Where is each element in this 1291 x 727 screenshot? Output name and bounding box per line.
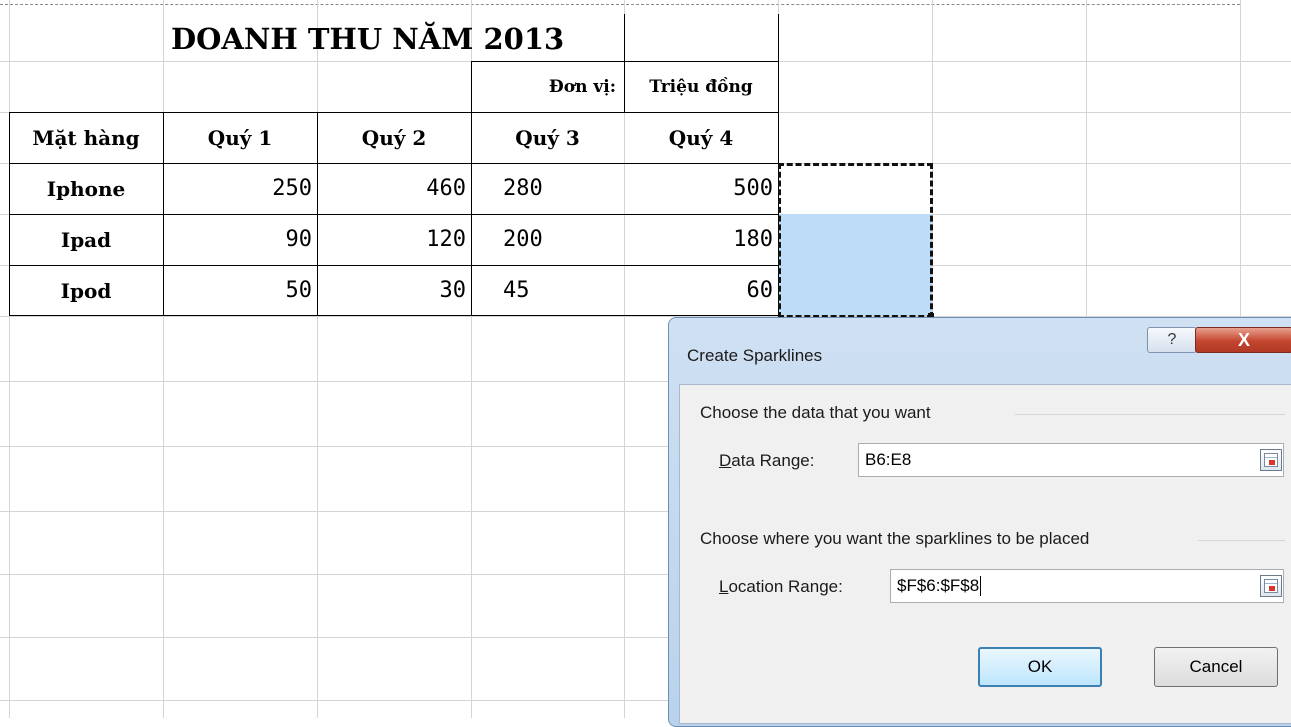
row-item-label[interactable]: Ipod xyxy=(9,265,163,316)
data-range-label-accel: D xyxy=(719,451,732,470)
table-cell[interactable]: 200 xyxy=(471,214,624,265)
table-cell[interactable]: 90 xyxy=(163,214,317,265)
help-icon: ? xyxy=(1167,331,1177,348)
header-q2[interactable]: Quý 2 xyxy=(317,112,471,163)
row-item-label[interactable]: Ipad xyxy=(9,214,163,265)
data-range-collapse-button[interactable] xyxy=(1260,449,1282,471)
location-range-value: $F$6:$F$8 xyxy=(897,576,980,595)
table-cell[interactable]: 250 xyxy=(163,163,317,214)
table-border xyxy=(9,315,779,316)
group-separator xyxy=(1015,414,1285,415)
table-border xyxy=(9,265,779,266)
dialog-body: Choose the data that you want Data Range… xyxy=(679,384,1291,724)
grid-column-line xyxy=(163,0,164,718)
location-range-label: Location Range: xyxy=(719,577,843,597)
header-q1[interactable]: Quý 1 xyxy=(163,112,317,163)
selection-marquee xyxy=(778,163,933,318)
table-cell[interactable]: 120 xyxy=(317,214,471,265)
grid-column-line xyxy=(317,0,318,718)
close-button[interactable]: X xyxy=(1195,327,1291,353)
unit-label[interactable]: Đơn vị: xyxy=(471,61,624,112)
table-cell[interactable]: 180 xyxy=(624,214,778,265)
dialog-title: Create Sparklines xyxy=(687,346,823,365)
cancel-button[interactable]: Cancel xyxy=(1154,647,1278,687)
table-cell[interactable]: 50 xyxy=(163,265,317,316)
table-border xyxy=(9,112,779,113)
unit-value[interactable]: Triệu đồng xyxy=(624,61,778,112)
data-range-label-text: ata Range: xyxy=(731,451,815,470)
data-range-input[interactable]: B6:E8 xyxy=(858,443,1284,477)
help-button[interactable]: ? xyxy=(1147,327,1197,353)
table-cell[interactable]: 460 xyxy=(317,163,471,214)
table-border xyxy=(9,163,779,164)
grid-column-line xyxy=(9,0,10,718)
sheet-title[interactable]: DOANH THU NĂM 2013 xyxy=(163,14,633,64)
table-cell[interactable]: 45 xyxy=(471,265,624,316)
table-border xyxy=(624,14,625,112)
location-group-label: Choose where you want the sparklines to … xyxy=(700,529,1090,548)
header-q3[interactable]: Quý 3 xyxy=(471,112,624,163)
data-range-value: B6:E8 xyxy=(865,450,912,469)
table-border xyxy=(9,214,779,215)
table-border xyxy=(471,61,779,62)
range-select-icon xyxy=(1264,453,1278,467)
table-cell[interactable]: 280 xyxy=(471,163,624,214)
header-q4[interactable]: Quý 4 xyxy=(624,112,778,163)
table-border xyxy=(471,61,472,316)
table-border xyxy=(163,112,164,316)
close-icon: X xyxy=(1237,329,1250,350)
data-range-label: Data Range: xyxy=(719,451,814,471)
table-border xyxy=(9,112,10,316)
row-item-label[interactable]: Iphone xyxy=(9,163,163,214)
location-range-input[interactable]: $F$6:$F$8 xyxy=(890,569,1284,603)
table-border xyxy=(317,112,318,316)
header-item[interactable]: Mặt hàng xyxy=(9,112,163,163)
table-cell[interactable]: 30 xyxy=(317,265,471,316)
ok-button[interactable]: OK xyxy=(978,647,1102,687)
page-break-line xyxy=(0,4,1240,5)
location-range-label-text: ocation Range: xyxy=(728,577,843,596)
range-select-icon xyxy=(1264,579,1278,593)
group-separator xyxy=(1198,540,1285,541)
text-caret xyxy=(980,576,982,596)
data-group-label: Choose the data that you want xyxy=(700,403,931,422)
table-cell[interactable]: 500 xyxy=(624,163,778,214)
create-sparklines-dialog[interactable]: Create Sparklines ? X Choose the data th… xyxy=(668,317,1291,727)
table-cell[interactable]: 60 xyxy=(624,265,778,316)
location-range-collapse-button[interactable] xyxy=(1260,575,1282,597)
